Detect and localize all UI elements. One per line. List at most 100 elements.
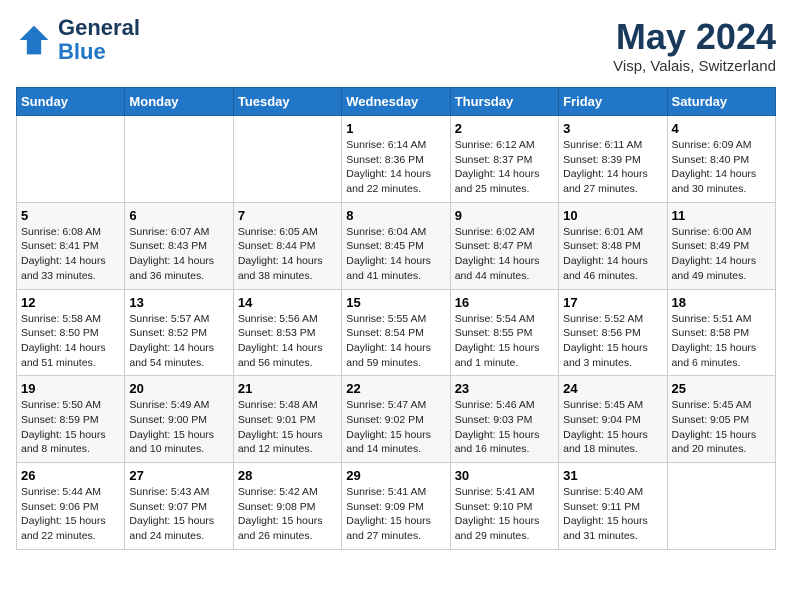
calendar-cell: 18Sunrise: 5:51 AM Sunset: 8:58 PM Dayli… — [667, 289, 775, 376]
day-info: Sunrise: 5:46 AM Sunset: 9:03 PM Dayligh… — [455, 398, 554, 457]
subtitle: Visp, Valais, Switzerland — [613, 58, 776, 75]
day-number: 28 — [238, 468, 337, 483]
calendar-cell: 19 Sunrise: 5:50 AM Sunset: 8:59 PM Dayli… — [17, 376, 125, 463]
calendar-cell: 4 Sunrise: 6:09 AM Sunset: 8:40 PM Daylig… — [667, 116, 775, 203]
day-info: Sunrise: 5:41 AM Sunset: 9:10 PM Dayligh… — [455, 485, 554, 544]
calendar-week-row: 12 Sunrise: 5:58 AM Sunset: 8:50 PM Dayli… — [17, 289, 776, 376]
day-number: 3 — [563, 121, 662, 136]
day-header: Tuesday — [233, 88, 341, 116]
logo-text: General Blue — [58, 16, 140, 64]
day-info: Sunrise: 5:57 AM Sunset: 8:52 PM Dayligh… — [129, 312, 228, 371]
day-header: Wednesday — [342, 88, 450, 116]
day-info: Sunrise: 6:02 AM Sunset: 8:47 PM Dayligh… — [455, 225, 554, 284]
day-number: 4 — [672, 121, 771, 136]
calendar-cell: 31Sunrise: 5:40 AM Sunset: 9:11 PM Dayli… — [559, 463, 667, 550]
day-number: 1 — [346, 121, 445, 136]
calendar-cell: 13 Sunrise: 5:57 AM Sunset: 8:52 PM Dayli… — [125, 289, 233, 376]
day-info: Sunrise: 6:01 AM Sunset: 8:48 PM Dayligh… — [563, 225, 662, 284]
day-info: Sunrise: 6:04 AM Sunset: 8:45 PM Dayligh… — [346, 225, 445, 284]
day-header: Sunday — [17, 88, 125, 116]
calendar-cell: 24Sunrise: 5:45 AM Sunset: 9:04 PM Dayli… — [559, 376, 667, 463]
main-title: May 2024 — [613, 16, 776, 58]
day-info: Sunrise: 5:42 AM Sunset: 9:08 PM Dayligh… — [238, 485, 337, 544]
calendar-cell: 22 Sunrise: 5:47 AM Sunset: 9:02 PM Dayli… — [342, 376, 450, 463]
calendar-cell: 2Sunrise: 6:12 AM Sunset: 8:37 PM Daylig… — [450, 116, 558, 203]
calendar-cell: 28 Sunrise: 5:42 AM Sunset: 9:08 PM Dayli… — [233, 463, 341, 550]
calendar-cell — [233, 116, 341, 203]
logo-blue: Blue — [58, 39, 106, 64]
calendar-cell: 29Sunrise: 5:41 AM Sunset: 9:09 PM Dayli… — [342, 463, 450, 550]
calendar-cell: 5Sunrise: 6:08 AM Sunset: 8:41 PM Daylig… — [17, 202, 125, 289]
calendar-cell: 15Sunrise: 5:55 AM Sunset: 8:54 PM Dayli… — [342, 289, 450, 376]
calendar-cell: 8 Sunrise: 6:04 AM Sunset: 8:45 PM Daylig… — [342, 202, 450, 289]
calendar-cell: 30 Sunrise: 5:41 AM Sunset: 9:10 PM Dayli… — [450, 463, 558, 550]
day-info: Sunrise: 5:40 AM Sunset: 9:11 PM Dayligh… — [563, 485, 662, 544]
day-info: Sunrise: 5:48 AM Sunset: 9:01 PM Dayligh… — [238, 398, 337, 457]
calendar-cell: 25Sunrise: 5:45 AM Sunset: 9:05 PM Dayli… — [667, 376, 775, 463]
day-number: 21 — [238, 381, 337, 396]
calendar-body: 1 Sunrise: 6:14 AM Sunset: 8:36 PM Daylig… — [17, 116, 776, 550]
day-number: 30 — [455, 468, 554, 483]
day-number: 26 — [21, 468, 120, 483]
day-header: Thursday — [450, 88, 558, 116]
header-row: SundayMondayTuesdayWednesdayThursdayFrid… — [17, 88, 776, 116]
calendar-week-row: 1 Sunrise: 6:14 AM Sunset: 8:36 PM Daylig… — [17, 116, 776, 203]
day-info: Sunrise: 5:52 AM Sunset: 8:56 PM Dayligh… — [563, 312, 662, 371]
day-number: 25 — [672, 381, 771, 396]
logo-icon — [16, 22, 52, 58]
day-info: Sunrise: 5:54 AM Sunset: 8:55 PM Dayligh… — [455, 312, 554, 371]
day-info: Sunrise: 6:07 AM Sunset: 8:43 PM Dayligh… — [129, 225, 228, 284]
day-number: 29 — [346, 468, 445, 483]
day-info: Sunrise: 6:09 AM Sunset: 8:40 PM Dayligh… — [672, 138, 771, 197]
calendar-cell: 9 Sunrise: 6:02 AM Sunset: 8:47 PM Daylig… — [450, 202, 558, 289]
day-number: 16 — [455, 295, 554, 310]
logo-general: General — [58, 15, 140, 40]
day-number: 15 — [346, 295, 445, 310]
day-info: Sunrise: 5:50 AM Sunset: 8:59 PM Dayligh… — [21, 398, 120, 457]
day-info: Sunrise: 5:58 AM Sunset: 8:50 PM Dayligh… — [21, 312, 120, 371]
calendar-cell: 7Sunrise: 6:05 AM Sunset: 8:44 PM Daylig… — [233, 202, 341, 289]
day-info: Sunrise: 5:56 AM Sunset: 8:53 PM Dayligh… — [238, 312, 337, 371]
calendar-cell: 6Sunrise: 6:07 AM Sunset: 8:43 PM Daylig… — [125, 202, 233, 289]
day-number: 18 — [672, 295, 771, 310]
day-number: 24 — [563, 381, 662, 396]
day-number: 22 — [346, 381, 445, 396]
day-number: 2 — [455, 121, 554, 136]
day-number: 8 — [346, 208, 445, 223]
calendar-table: SundayMondayTuesdayWednesdayThursdayFrid… — [16, 87, 776, 550]
calendar-header: SundayMondayTuesdayWednesdayThursdayFrid… — [17, 88, 776, 116]
day-info: Sunrise: 5:43 AM Sunset: 9:07 PM Dayligh… — [129, 485, 228, 544]
day-info: Sunrise: 5:44 AM Sunset: 9:06 PM Dayligh… — [21, 485, 120, 544]
day-info: Sunrise: 6:00 AM Sunset: 8:49 PM Dayligh… — [672, 225, 771, 284]
day-number: 23 — [455, 381, 554, 396]
day-header: Saturday — [667, 88, 775, 116]
day-number: 27 — [129, 468, 228, 483]
day-info: Sunrise: 6:08 AM Sunset: 8:41 PM Dayligh… — [21, 225, 120, 284]
day-number: 10 — [563, 208, 662, 223]
calendar-cell: 21 Sunrise: 5:48 AM Sunset: 9:01 PM Dayli… — [233, 376, 341, 463]
day-number: 12 — [21, 295, 120, 310]
calendar-cell: 11 Sunrise: 6:00 AM Sunset: 8:49 PM Dayli… — [667, 202, 775, 289]
day-number: 11 — [672, 208, 771, 223]
calendar-cell: 3 Sunrise: 6:11 AM Sunset: 8:39 PM Daylig… — [559, 116, 667, 203]
day-info: Sunrise: 6:11 AM Sunset: 8:39 PM Dayligh… — [563, 138, 662, 197]
day-number: 19 — [21, 381, 120, 396]
day-number: 17 — [563, 295, 662, 310]
calendar-week-row: 26 Sunrise: 5:44 AM Sunset: 9:06 PM Dayli… — [17, 463, 776, 550]
day-number: 14 — [238, 295, 337, 310]
calendar-cell: 10 Sunrise: 6:01 AM Sunset: 8:48 PM Dayli… — [559, 202, 667, 289]
day-number: 7 — [238, 208, 337, 223]
calendar-cell — [667, 463, 775, 550]
day-number: 9 — [455, 208, 554, 223]
title-block: May 2024 Visp, Valais, Switzerland — [613, 16, 776, 75]
calendar-cell: 12 Sunrise: 5:58 AM Sunset: 8:50 PM Dayli… — [17, 289, 125, 376]
calendar-cell: 17 Sunrise: 5:52 AM Sunset: 8:56 PM Dayli… — [559, 289, 667, 376]
calendar-cell: 20Sunrise: 5:49 AM Sunset: 9:00 PM Dayli… — [125, 376, 233, 463]
calendar-cell: 1 Sunrise: 6:14 AM Sunset: 8:36 PM Daylig… — [342, 116, 450, 203]
calendar-cell: 14 Sunrise: 5:56 AM Sunset: 8:53 PM Dayli… — [233, 289, 341, 376]
day-info: Sunrise: 6:14 AM Sunset: 8:36 PM Dayligh… — [346, 138, 445, 197]
day-number: 13 — [129, 295, 228, 310]
calendar-cell: 26 Sunrise: 5:44 AM Sunset: 9:06 PM Dayli… — [17, 463, 125, 550]
calendar-cell — [125, 116, 233, 203]
day-info: Sunrise: 5:47 AM Sunset: 9:02 PM Dayligh… — [346, 398, 445, 457]
